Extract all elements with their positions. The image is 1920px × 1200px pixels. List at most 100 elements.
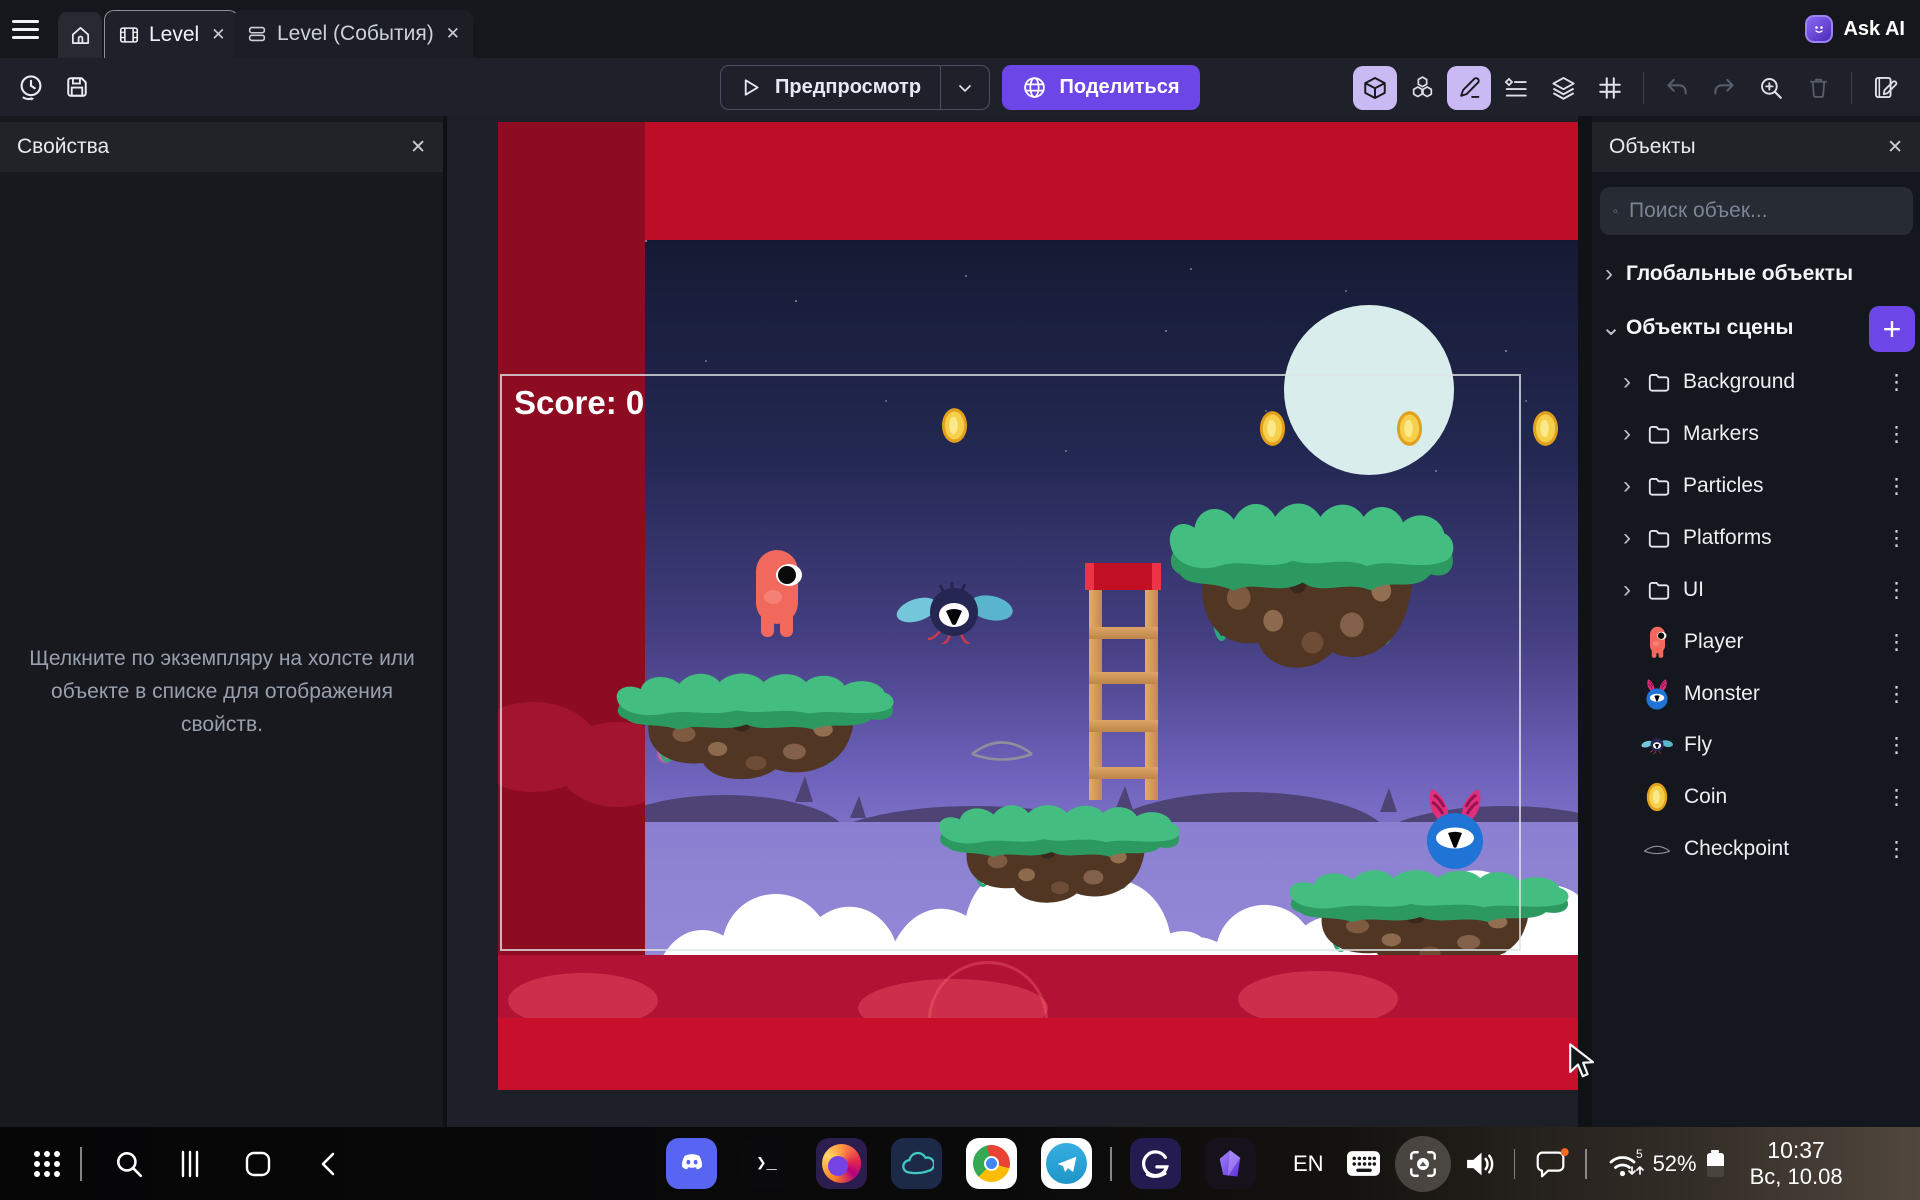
instances-list-button[interactable] [1494,66,1538,110]
object-item-coin[interactable]: Coin ⋮ [1592,771,1920,823]
layers-button[interactable] [1541,66,1585,110]
gdevelop-icon[interactable] [1130,1138,1181,1189]
notifications-button[interactable] [1533,1147,1569,1181]
kebab-menu-icon[interactable]: ⋮ [1886,839,1907,860]
object-search-input[interactable] [1629,199,1900,223]
kebab-menu-icon[interactable]: ⋮ [1886,424,1907,445]
tab-level-scene[interactable]: Level ✕ [104,10,239,58]
add-object-button[interactable]: + [1869,306,1915,352]
wifi-status[interactable]: 5 [1605,1147,1645,1181]
tab-label: Level (События) [277,22,434,46]
objects-instances-button[interactable] [1400,66,1444,110]
layers-icon [1550,74,1577,101]
folder-icon [1646,577,1672,603]
time-text: 10:37 [1750,1136,1843,1164]
kebab-menu-icon[interactable]: ⋮ [1886,372,1907,393]
undo-icon [1664,75,1690,101]
search-icon[interactable] [114,1149,144,1179]
chrome-icon[interactable] [966,1138,1017,1189]
pencil-icon [1457,75,1482,100]
global-objects-group[interactable]: › Глобальные объекты [1592,250,1920,298]
kebab-menu-icon[interactable]: ⋮ [1886,528,1907,549]
folder-icon [1646,421,1672,447]
object-item-monster[interactable]: Monster ⋮ [1592,668,1920,720]
obsidian-icon[interactable] [1205,1138,1256,1189]
scene-editor-canvas[interactable]: Score: 0 [498,122,1578,1090]
chat-bubble-icon [1533,1147,1569,1181]
folder-icon [1646,473,1672,499]
ask-ai-robot-icon [1805,15,1833,43]
discord-icon[interactable] [666,1138,717,1189]
object-folder-markers[interactable]: › Markers ⋮ [1592,408,1920,460]
object-folder-particles[interactable]: › Particles ⋮ [1592,460,1920,512]
svg-text:5: 5 [1636,1147,1643,1161]
keyboard-icon[interactable] [1346,1150,1381,1177]
language-indicator[interactable]: EN [1293,1151,1324,1177]
object-folder-ui[interactable]: › UI ⋮ [1592,564,1920,616]
kebab-menu-icon[interactable]: ⋮ [1886,735,1907,756]
red-cloud-shape [1238,971,1398,1018]
object-folder-platforms[interactable]: › Platforms ⋮ [1592,512,1920,564]
edit-mode-button[interactable] [1447,66,1491,110]
zoom-button[interactable] [1749,66,1793,110]
object-item-checkpoint[interactable]: Checkpoint ⋮ [1592,823,1920,875]
redo-button[interactable] [1702,66,1746,110]
object-item-label: Player [1684,630,1744,654]
group-label: Объекты сцены [1626,316,1793,340]
home-tab[interactable] [58,12,102,58]
delete-button[interactable] [1796,66,1840,110]
app-grid-icon[interactable] [34,1161,40,1167]
scene-properties-button[interactable] [1863,66,1907,110]
version-history-button[interactable] [12,68,50,106]
kebab-menu-icon[interactable]: ⋮ [1886,684,1907,705]
ask-ai-button[interactable]: Ask AI [1805,13,1905,45]
telegram-icon[interactable] [1041,1138,1092,1189]
save-button[interactable] [58,68,96,106]
preview-button[interactable]: Предпросмотр [720,65,990,110]
stacked-cubes-icon [1409,74,1436,101]
kebab-menu-icon[interactable]: ⋮ [1886,787,1907,808]
taskbar-separator [1585,1149,1587,1179]
back-chevron-icon[interactable] [316,1150,342,1178]
grid-toggle-button[interactable] [1588,66,1632,110]
coin-thumbnail-icon [1646,782,1668,812]
object-folder-label: Background [1683,370,1795,394]
titlebar: Level ✕ Level (События) ✕ Ask AI [0,0,1920,58]
close-icon[interactable]: ✕ [1887,136,1903,159]
share-button[interactable]: Поделиться [1002,65,1200,110]
terminal-icon[interactable]: ❯_ [741,1138,792,1189]
cloud-app-icon[interactable] [891,1138,942,1189]
object-item-label: Monster [1684,682,1760,706]
object-item-fly[interactable]: Fly ⋮ [1592,719,1920,771]
object-item-player[interactable]: Player ⋮ [1592,616,1920,668]
clock[interactable]: 10:37 Вс, 10.08 [1750,1136,1843,1191]
zoom-in-icon [1758,75,1784,101]
firefox-icon[interactable] [816,1138,867,1189]
kebab-menu-icon[interactable]: ⋮ [1886,580,1907,601]
kebab-menu-icon[interactable]: ⋮ [1886,476,1907,497]
undo-button[interactable] [1655,66,1699,110]
home-square-icon[interactable] [244,1150,272,1178]
volume-icon[interactable] [1465,1150,1496,1178]
score-text: Score: 0 [514,384,644,422]
3d-view-toggle-button[interactable] [1353,66,1397,110]
close-icon[interactable]: ✕ [410,136,426,159]
telegram-circle [1046,1143,1087,1184]
panel-divider [1578,116,1592,1127]
preview-options-chevron[interactable] [941,65,989,110]
battery-percentage: 52% [1653,1151,1697,1177]
tab-level-events[interactable]: Level (События) ✕ [233,10,473,58]
object-folder-background[interactable]: › Background ⋮ [1592,356,1920,408]
scene-bounds-rectangle [500,374,1521,951]
object-item-label: Checkpoint [1684,837,1789,861]
system-taskbar: ❯_ EN [0,1127,1920,1200]
tab-close-icon[interactable]: ✕ [211,25,225,45]
tab-close-icon[interactable]: ✕ [446,24,460,44]
object-search[interactable] [1600,187,1913,235]
coin-instance[interactable] [1532,410,1559,447]
main-menu-button[interactable] [12,13,52,45]
kebab-menu-icon[interactable]: ⋮ [1886,632,1907,653]
screenshot-tool-button[interactable] [1395,1136,1451,1192]
mouse-cursor [1566,1042,1596,1078]
recent-apps-icon[interactable] [176,1150,204,1178]
